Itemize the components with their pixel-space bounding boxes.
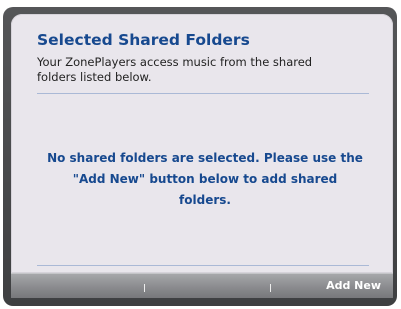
page-title: Selected Shared Folders bbox=[37, 31, 250, 49]
add-new-button[interactable]: Add New bbox=[320, 275, 387, 297]
button-bar: Add New bbox=[11, 273, 393, 298]
panel-description: Your ZonePlayers access music from the s… bbox=[37, 55, 313, 84]
shared-folders-panel bbox=[11, 14, 393, 273]
footer-divider bbox=[37, 265, 369, 266]
header-divider bbox=[37, 93, 369, 94]
empty-state-message: No shared folders are selected. Please u… bbox=[47, 151, 363, 207]
button-bar-separator bbox=[270, 284, 271, 292]
button-bar-separator bbox=[144, 284, 145, 292]
